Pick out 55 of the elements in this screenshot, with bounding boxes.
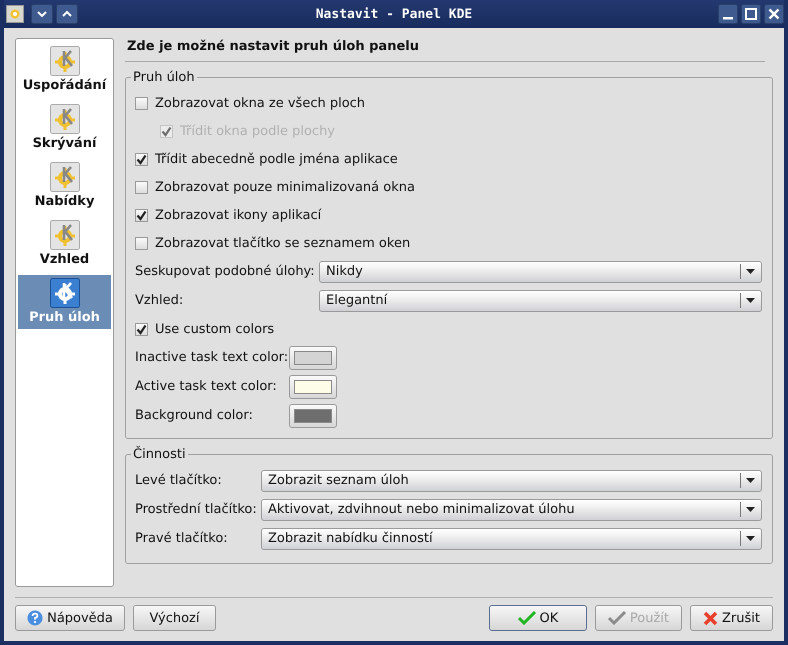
checkbox-option[interactable]: Use custom colors (135, 315, 762, 343)
dropdown[interactable]: Elegantní (319, 290, 762, 312)
shade-button[interactable] (31, 4, 53, 24)
checkbox[interactable] (135, 96, 148, 110)
field-label: Vzhled: (135, 293, 184, 308)
checkbox-option[interactable]: Zobrazovat okna ze všech ploch (135, 89, 762, 117)
minimize-button[interactable] (718, 4, 738, 24)
window-title: Nastavit - Panel KDE (316, 6, 472, 22)
maximize-button[interactable] (741, 4, 761, 24)
dropdown-arrow-icon (746, 507, 755, 512)
dialog-button[interactable]: Zrušit (690, 605, 773, 631)
field-label: Active task text color: (135, 379, 278, 394)
dropdown-arrow-icon (746, 536, 755, 541)
color-button[interactable] (289, 374, 337, 398)
dropdown-arrow-icon (746, 269, 755, 274)
dropdown-arrow-icon (746, 298, 755, 303)
close-button[interactable] (764, 4, 784, 24)
field-label: Prostřední tlačítko: (135, 502, 258, 517)
app-icon[interactable] (6, 5, 24, 23)
checkbox[interactable] (135, 152, 148, 166)
field-label: Background color: (135, 408, 254, 423)
checkbox[interactable] (135, 208, 148, 222)
field-label: Pravé tlačítko: (135, 531, 229, 546)
field-label: Inactive task text color: (135, 350, 289, 365)
field-label: Seskupovat podobné úlohy: (135, 264, 316, 279)
dropdown[interactable]: Nikdy (319, 260, 762, 282)
dialog-button[interactable]: Nápověda (15, 605, 125, 631)
sidebar-item[interactable]: Vzhled (18, 217, 111, 271)
sidebar-item[interactable]: Uspořádání (18, 43, 111, 97)
dialog-button[interactable]: OK (488, 605, 587, 631)
checkbox[interactable] (135, 180, 148, 194)
dialog-button[interactable]: Výchozí (133, 605, 216, 631)
checkbox-option[interactable]: Třídit abecedně podle jména aplikace (135, 145, 762, 173)
sidebar-item[interactable]: Nabídky (18, 159, 111, 213)
color-button[interactable] (289, 346, 337, 370)
checkbox-option[interactable]: Zobrazovat tlačítko se seznamem oken (135, 229, 762, 257)
dropdown-arrow-icon (746, 478, 755, 483)
dropdown[interactable]: Zobrazit nabídku činností (261, 528, 762, 550)
group-title: Činnosti (132, 447, 187, 462)
checkmark-icon (518, 611, 536, 625)
sidebar-item[interactable]: Skrývání (18, 101, 111, 155)
checkbox-option[interactable]: Zobrazovat pouze minimalizovaná okna (135, 173, 762, 201)
checkbox[interactable] (135, 322, 148, 336)
group-title: Pruh úloh (132, 70, 196, 85)
checkbox-option[interactable]: Zobrazovat ikony aplikací (135, 201, 762, 229)
keep-above-button[interactable] (56, 4, 78, 24)
field-label: Levé tlačítko: (135, 473, 223, 488)
cancel-icon (703, 610, 718, 626)
dropdown[interactable]: Aktivovat, zdvihnout nebo minimalizovat úlohu (261, 498, 762, 520)
checkmark-icon (608, 611, 626, 625)
color-button[interactable] (289, 404, 337, 428)
help-icon (27, 610, 44, 626)
dropdown[interactable]: Zobrazit seznam úloh (261, 470, 762, 492)
page-heading: Zde je možné nastavit pruh úloh panelu (126, 38, 420, 54)
checkbox[interactable] (135, 236, 148, 250)
